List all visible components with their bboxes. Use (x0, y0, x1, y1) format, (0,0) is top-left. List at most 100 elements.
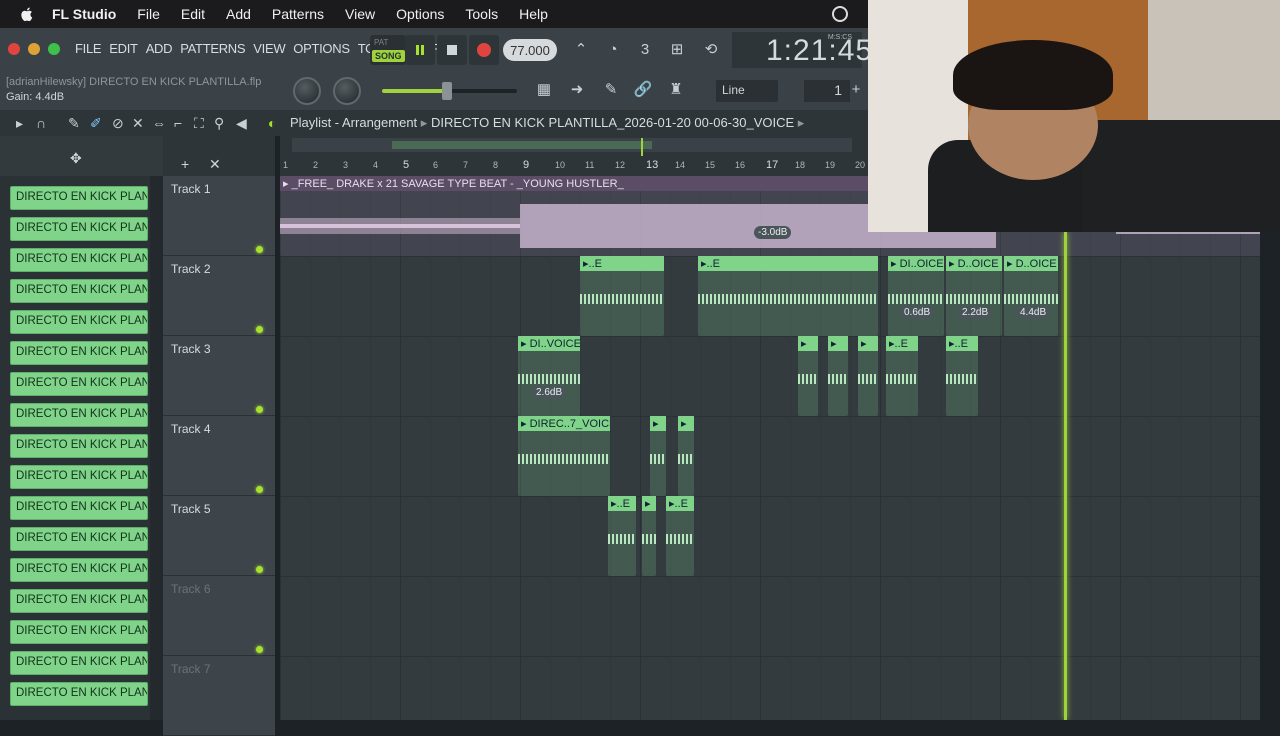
menu-file[interactable]: File (137, 6, 160, 22)
pattern-item[interactable]: DIRECTO EN KICK PLANTIL... (10, 310, 148, 334)
audio-clip[interactable]: ▸ (642, 496, 656, 576)
pattern-item[interactable]: DIRECTO EN KICK PLANTIL... (10, 651, 148, 675)
track-3-header[interactable]: Track 3 (163, 336, 275, 416)
pattern-item[interactable]: DIRECTO EN KICK PLANTIL... (10, 589, 148, 613)
menu-options[interactable]: Options (396, 6, 444, 22)
fl-menu-add[interactable]: ADD (146, 41, 173, 56)
piano-roll-icon[interactable]: ▦ (530, 77, 558, 103)
snap-select[interactable]: Line (716, 80, 778, 102)
audio-clip[interactable]: ▸..E (666, 496, 694, 576)
audio-clip[interactable]: ▸ DI..VOICE 2.6dB (518, 336, 580, 416)
menu-edit[interactable]: Edit (181, 6, 205, 22)
magnet-icon[interactable]: ∩ (36, 115, 46, 131)
slice-icon[interactable]: ⌐ (174, 115, 182, 131)
audio-clip[interactable]: ▸ D..OICE 4.4dB (1004, 256, 1058, 336)
menu-help[interactable]: Help (519, 6, 548, 22)
stamp-icon[interactable]: ♜ (662, 77, 690, 103)
audio-clip[interactable]: ▸..E (608, 496, 636, 576)
select-icon[interactable]: ⛶ (194, 115, 204, 132)
speaker-icon[interactable]: ◀ (236, 115, 247, 132)
audio-clip[interactable]: ▸ (798, 336, 818, 416)
timeline-ruler[interactable]: 1 2 3 4 5 6 7 8 9 10 11 12 13 14 15 16 17 18 19 20 (280, 136, 868, 176)
audio-clip[interactable]: ▸ DIREC..7_VOICE (518, 416, 610, 496)
step-edit-icon[interactable]: ⊞ (663, 37, 691, 63)
audio-clip[interactable]: ▸ (858, 336, 878, 416)
fl-menu-options[interactable]: OPTIONS (293, 41, 350, 56)
audio-clip[interactable]: ▸ (650, 416, 666, 496)
overview-window[interactable] (392, 141, 652, 149)
close-icon[interactable]: ✕ (209, 156, 221, 173)
pattern-item[interactable]: DIRECTO EN KICK PLANTIL... (10, 279, 148, 303)
playlist-grid[interactable]: ▸ _FREE_ DRAKE x 21 SAVAGE TYPE BEAT - _… (280, 176, 1260, 720)
audio-clip[interactable]: ▸..E (946, 336, 978, 416)
tempo-display[interactable]: 77.000 (503, 39, 557, 61)
track-led[interactable] (256, 646, 263, 653)
track-6-header[interactable]: Track 6 (163, 576, 275, 656)
browser-scrollbar[interactable] (150, 176, 163, 720)
fl-menu-edit[interactable]: EDIT (109, 41, 138, 56)
audio-clip[interactable]: ▸..E (886, 336, 918, 416)
master-pitch-knob[interactable] (333, 77, 361, 105)
stop-button[interactable] (437, 35, 467, 65)
pattern-item[interactable]: DIRECTO EN KICK PLANTIL... (10, 341, 148, 365)
fl-menu-file[interactable]: FILE (75, 41, 102, 56)
step-input[interactable]: 1 (804, 80, 850, 102)
audio-clip[interactable]: ▸ (828, 336, 848, 416)
audio-clip[interactable]: ▸ D..OICE 2.2dB (946, 256, 1002, 336)
pattern-item[interactable]: DIRECTO EN KICK PLANTIL... (10, 496, 148, 520)
fl-menu-view[interactable]: VIEW (253, 41, 285, 56)
song-pattern-toggle[interactable]: PAT SONG (370, 35, 406, 65)
minimize-window-button[interactable] (28, 43, 40, 55)
track-led[interactable] (256, 566, 263, 573)
audio-clip[interactable]: ▸ DI..OICE 0.6dB (888, 256, 944, 336)
app-name[interactable]: FL Studio (52, 6, 116, 22)
track-2-header[interactable]: Track 2 (163, 256, 275, 336)
wait-input-icon[interactable]: ◔ (599, 37, 627, 63)
pattern-item[interactable]: DIRECTO EN KICK PLANTIL... (10, 372, 148, 396)
menu-patterns[interactable]: Patterns (272, 6, 324, 22)
pattern-item[interactable]: DIRECTO EN KICK PLANTIL... (10, 434, 148, 458)
track-led[interactable] (256, 246, 263, 253)
master-volume-knob[interactable] (293, 77, 321, 105)
pattern-item[interactable]: DIRECTO EN KICK PLANTIL... (10, 527, 148, 551)
pattern-item[interactable]: DIRECTO EN KICK PLANTIL... (10, 403, 148, 427)
play-arrow-icon[interactable]: ▸ (16, 115, 23, 132)
status-icon[interactable] (832, 6, 848, 22)
pattern-item[interactable]: DIRECTO EN KICK PLANTIL... (10, 186, 148, 210)
slider-thumb[interactable] (442, 82, 452, 100)
pause-button[interactable] (405, 35, 435, 65)
pattern-item[interactable]: DIRECTO EN KICK PLANTIL... (10, 465, 148, 489)
plugin-picker-icon[interactable]: ✎ (597, 77, 625, 103)
pattern-item[interactable]: DIRECTO EN KICK PLANTIL... (10, 682, 148, 706)
zoom-window-button[interactable] (48, 43, 60, 55)
master-level-slider[interactable] (382, 82, 517, 100)
brush-icon[interactable]: ✐ (90, 115, 102, 132)
slip-icon[interactable]: ⇔ (152, 115, 166, 131)
apple-icon[interactable] (18, 5, 36, 23)
menu-tools[interactable]: Tools (465, 6, 498, 22)
menu-add[interactable]: Add (226, 6, 251, 22)
link-icon[interactable]: 🔗 (629, 77, 657, 103)
add-track-icon[interactable]: + (181, 156, 189, 172)
playlist-pattern-name[interactable]: DIRECTO EN KICK PLANTILLA_2026-01-20 00-… (431, 115, 794, 130)
pattern-item[interactable]: DIRECTO EN KICK PLANTIL... (10, 217, 148, 241)
arrow-right-icon[interactable]: ➜ (563, 77, 591, 103)
track-led[interactable] (256, 486, 263, 493)
pattern-item[interactable]: DIRECTO EN KICK PLANTIL... (10, 620, 148, 644)
track-4-header[interactable]: Track 4 (163, 416, 275, 496)
pencil-icon[interactable]: ✎ (68, 115, 80, 132)
track-7-header[interactable]: Track 7 (163, 656, 275, 736)
pattern-item[interactable]: DIRECTO EN KICK PLANTIL... (10, 248, 148, 272)
plus-icon[interactable]: + (846, 77, 866, 103)
track-5-header[interactable]: Track 5 (163, 496, 275, 576)
zoom-icon[interactable]: ⚲ (214, 115, 224, 132)
fl-menu-patterns[interactable]: PATTERNS (180, 41, 245, 56)
playhead[interactable] (1064, 232, 1067, 720)
picker-icon[interactable]: ✥ (70, 150, 82, 167)
countdown-icon[interactable]: 3 (631, 37, 659, 63)
delete-icon[interactable]: ⊘ (112, 115, 124, 132)
loop-record-icon[interactable]: ⟲ (697, 37, 725, 63)
track-led[interactable] (256, 326, 263, 333)
audio-clip[interactable]: ▸..E (580, 256, 664, 336)
track-led[interactable] (256, 406, 263, 413)
